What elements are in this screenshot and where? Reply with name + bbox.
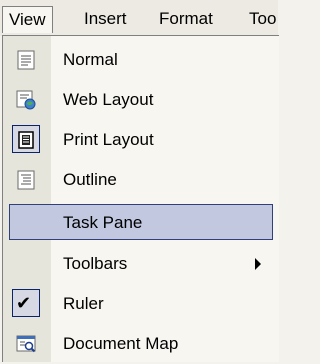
menu-item-outline[interactable]: Outline: [3, 160, 279, 200]
menu-item-toolbars[interactable]: Toolbars: [3, 244, 279, 284]
menu-insert[interactable]: Insert: [78, 6, 133, 32]
menu-item-label: Toolbars: [63, 254, 128, 273]
outline-view-icon: [17, 170, 35, 190]
menu-format[interactable]: Format: [153, 6, 219, 32]
menu-item-ruler[interactable]: ✔ Ruler: [3, 284, 279, 324]
menu-bar: View Insert Format Too: [0, 0, 278, 36]
menu-item-label: Web Layout: [63, 90, 154, 109]
web-layout-icon: [16, 90, 36, 110]
menu-tools[interactable]: Too: [243, 6, 282, 32]
menu-item-label: Normal: [63, 50, 118, 69]
document-map-icon: [16, 335, 36, 353]
menu-view[interactable]: View: [2, 6, 53, 33]
print-layout-icon: [18, 131, 34, 149]
menu-item-web-layout[interactable]: Web Layout: [3, 80, 279, 120]
view-dropdown-menu: Normal Web Layout Print Layout Outline T…: [2, 35, 279, 362]
menu-item-document-map[interactable]: Document Map: [3, 324, 279, 364]
menu-insert-label: Insert: [84, 9, 127, 28]
menu-item-label: Document Map: [63, 334, 179, 353]
menu-item-label: Print Layout: [63, 130, 154, 149]
menu-view-label: View: [9, 10, 46, 29]
submenu-arrow-icon: [255, 258, 261, 270]
menu-item-normal[interactable]: Normal: [3, 40, 279, 80]
checkmark-icon: ✔: [16, 293, 32, 313]
menu-tools-label: Too: [249, 9, 277, 28]
menu-item-print-layout[interactable]: Print Layout: [3, 120, 279, 160]
menu-item-label: Ruler: [63, 294, 104, 313]
menu-item-task-pane[interactable]: Task Pane: [9, 204, 273, 240]
menu-item-label: Outline: [63, 170, 117, 189]
menu-item-label: Task Pane: [63, 213, 143, 232]
menu-format-label: Format: [159, 9, 213, 28]
normal-view-icon: [17, 50, 35, 70]
